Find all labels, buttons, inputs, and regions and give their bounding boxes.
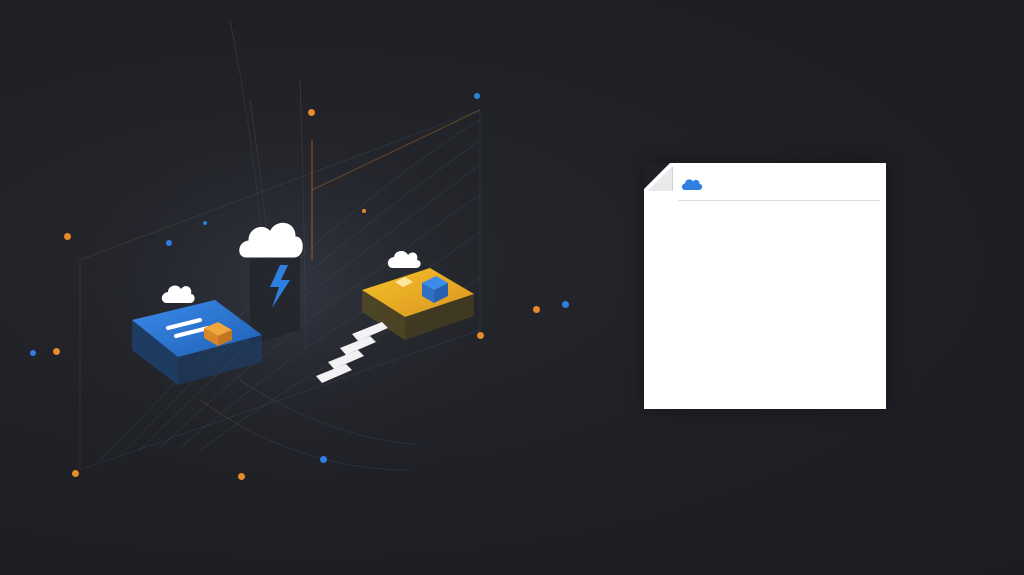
cloud-icon — [682, 179, 703, 190]
document-card — [644, 163, 886, 409]
card-divider — [678, 200, 880, 201]
orange-dot — [308, 109, 315, 116]
card-header — [676, 173, 882, 199]
card-body — [654, 209, 876, 399]
orange-dot — [533, 306, 540, 313]
card-corner-cut — [644, 163, 670, 189]
blue-dot — [30, 350, 36, 356]
orange-dot — [64, 233, 71, 240]
blue-dot — [203, 221, 207, 225]
blue-dot — [562, 301, 569, 308]
blue-dot — [320, 456, 327, 463]
cloud-isometric-illustration — [40, 19, 540, 490]
blue-dot — [474, 93, 480, 99]
orange-dot — [477, 332, 484, 339]
orange-dot — [72, 470, 79, 477]
blue-dot — [166, 240, 172, 246]
orange-dot — [362, 209, 366, 213]
orange-dot — [238, 473, 245, 480]
orange-dot — [53, 348, 60, 355]
hero-scene — [0, 0, 1024, 575]
